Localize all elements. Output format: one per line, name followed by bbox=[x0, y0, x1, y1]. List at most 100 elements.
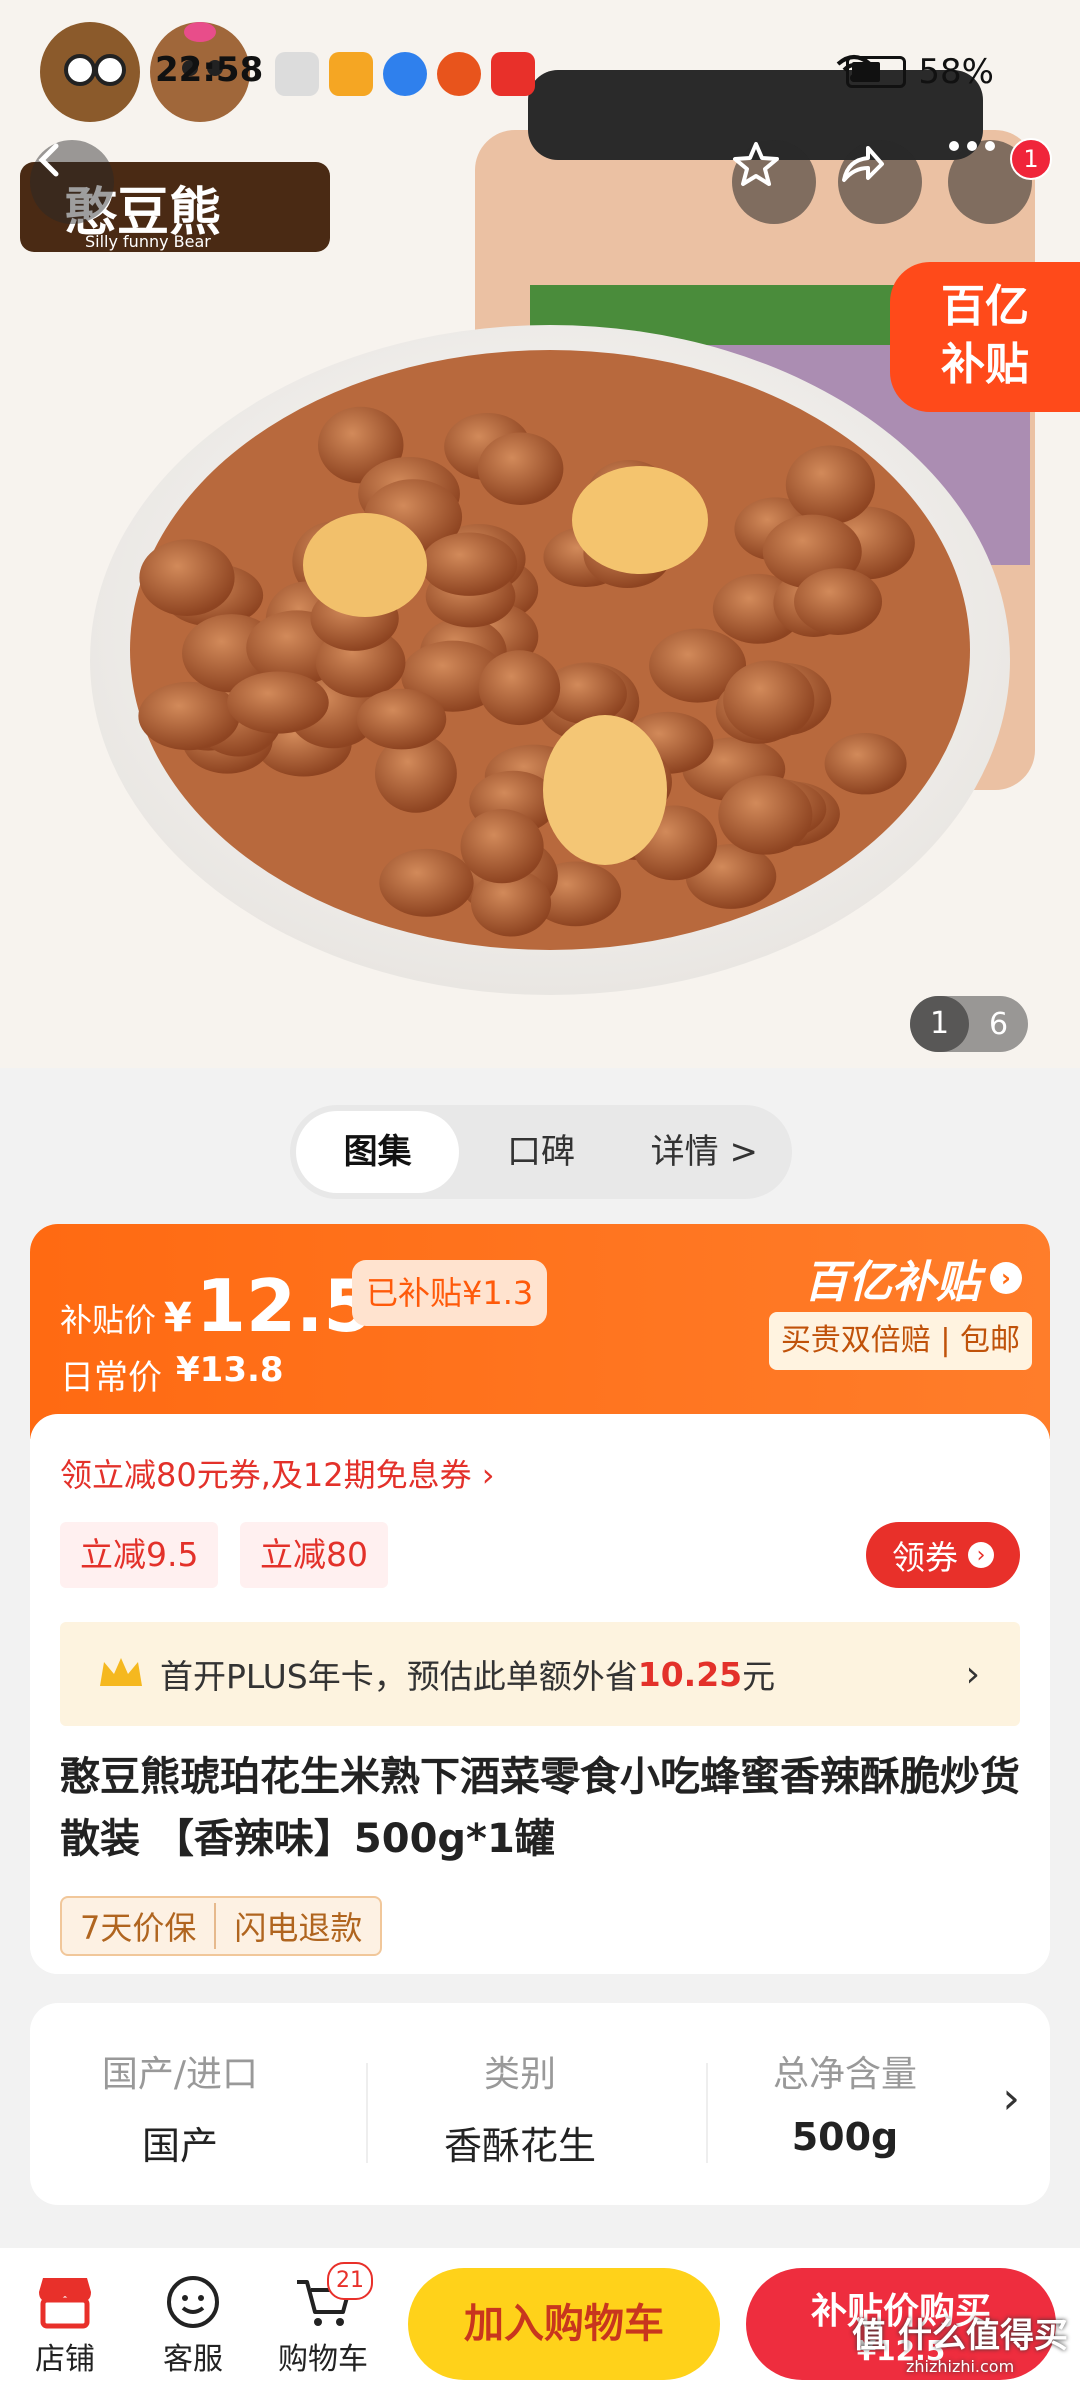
pager-total: 6 bbox=[988, 1006, 1009, 1042]
peanut-texture bbox=[794, 568, 883, 635]
price-header: 补贴价 ¥ 12.5 已补贴¥1.3 日常价 ¥13.8 百亿补贴 › 买贵双倍… bbox=[30, 1224, 1050, 1439]
spec-key: 类别 bbox=[483, 2054, 556, 2095]
status-app-icons bbox=[275, 52, 535, 96]
chevron-left-icon bbox=[38, 143, 59, 177]
bottom-action-bar: 店铺 客服 购物车 21 加入购物车 补贴价购买 ¥12.5 值 什么值得买 z… bbox=[0, 2248, 1080, 2400]
watermark-text: 值 什么值得买 bbox=[852, 2316, 1068, 2356]
share-icon bbox=[842, 146, 884, 182]
status-app-icon bbox=[491, 52, 535, 96]
regular-price-label: 日常价 bbox=[60, 1358, 162, 1398]
subsidy-price-label: 补贴价 bbox=[60, 1301, 157, 1339]
price-card: 补贴价 ¥ 12.5 已补贴¥1.3 日常价 ¥13.8 百亿补贴 › 买贵双倍… bbox=[30, 1224, 1050, 1974]
peanut-texture bbox=[723, 660, 815, 741]
tab-gallery[interactable]: 图集 bbox=[296, 1111, 460, 1193]
spec-card[interactable]: 国产/进口 国产 类别 香酥花生 总净含量 500g › bbox=[30, 2003, 1050, 2205]
spec-value: 国产 bbox=[141, 2124, 218, 2168]
more-badge: 1 bbox=[1010, 138, 1052, 180]
spec-origin: 国产/进口 国产 bbox=[30, 2045, 330, 2170]
status-time: 22:58 bbox=[155, 50, 264, 90]
peanut-texture bbox=[478, 650, 561, 726]
service-tags[interactable]: 7天价保 闪电退款 bbox=[60, 1896, 383, 1956]
watermark: 值 什么值得买 zhizhizhi.com bbox=[852, 2308, 1068, 2376]
regular-price-row: 日常价 ¥13.8 bbox=[60, 1350, 284, 1399]
chevron-right-icon: › bbox=[1002, 2073, 1020, 2124]
subsidy-price-row: 补贴价 ¥ 12.5 bbox=[60, 1264, 374, 1348]
favorite-button[interactable] bbox=[732, 140, 816, 224]
product-image-carousel[interactable]: 憨豆熊 Silly funny Bear 22:58 58% 1 百亿 补贴 1… bbox=[0, 0, 1080, 1068]
peanut-texture bbox=[138, 681, 240, 751]
peanut-texture bbox=[785, 445, 875, 525]
coupon-panel: 领立减80元券,及12期免息券 › 立减9.5 立减80 领券 › 首开PLUS… bbox=[30, 1414, 1050, 1974]
chat-face-icon bbox=[167, 2276, 219, 2328]
spec-key: 总净含量 bbox=[772, 2054, 917, 2095]
peanut-texture bbox=[824, 733, 907, 795]
customer-service-label: 客服 bbox=[163, 2342, 223, 2377]
spec-key: 国产/进口 bbox=[101, 2054, 259, 2095]
get-coupon-button[interactable]: 领券 › bbox=[866, 1522, 1020, 1588]
customer-service-button[interactable]: 客服 bbox=[138, 2270, 248, 2378]
star-icon bbox=[733, 142, 779, 186]
chevron-right-icon: › bbox=[990, 1262, 1022, 1294]
spec-category: 类别 香酥花生 bbox=[370, 2045, 670, 2170]
subsidized-amount-badge: 已补贴¥1.3 bbox=[352, 1260, 548, 1326]
peanut-texture bbox=[477, 432, 564, 506]
spec-net-weight: 总净含量 500g bbox=[710, 2045, 980, 2159]
peanut-texture bbox=[139, 539, 235, 617]
status-app-icon bbox=[275, 52, 319, 96]
more-dots-icon bbox=[949, 141, 995, 151]
share-button[interactable] bbox=[838, 140, 922, 224]
content-tabs: 图集 口碑 详情 > bbox=[290, 1105, 792, 1199]
status-bar: 22:58 58% bbox=[0, 44, 1080, 104]
subsidy-tag: 百亿 补贴 bbox=[890, 262, 1080, 412]
watermark-url: zhizhizhi.com bbox=[905, 2357, 1015, 2376]
cart-count-badge: 21 bbox=[327, 2262, 373, 2300]
store-button[interactable]: 店铺 bbox=[10, 2270, 120, 2378]
back-button[interactable] bbox=[30, 140, 114, 224]
regular-price: ¥13.8 bbox=[176, 1350, 284, 1390]
divider bbox=[706, 2063, 708, 2163]
get-coupon-label: 领券 bbox=[892, 1538, 958, 1577]
status-right: 58% bbox=[834, 52, 994, 92]
peanut-texture bbox=[227, 671, 329, 734]
subsidy-tag-line2: 补贴 bbox=[941, 339, 1029, 390]
peanut-texture bbox=[421, 532, 518, 596]
coupon-pill: 立减9.5 bbox=[60, 1522, 219, 1588]
product-title: 憨豆熊琥珀花生米熟下酒菜零食小吃蜂蜜香辣酥脆炒货散装 【香辣味】500g*1罐 bbox=[60, 1754, 1020, 1862]
peanut-texture bbox=[379, 848, 474, 917]
peanut-texture bbox=[356, 688, 447, 750]
tab-details[interactable]: 详情 > bbox=[623, 1111, 786, 1193]
plus-prefix: 首开PLUS年卡，预估此单额外省 bbox=[160, 1657, 638, 1696]
plus-membership-bar[interactable]: 首开PLUS年卡，预估此单额外省 10.25 元 › bbox=[60, 1622, 1020, 1726]
peanut-texture bbox=[460, 809, 544, 884]
cart-label: 购物车 bbox=[278, 2342, 368, 2377]
status-app-icon bbox=[437, 52, 481, 96]
brand-logo-subtext: Silly funny Bear bbox=[85, 232, 211, 251]
status-app-icon bbox=[329, 52, 373, 96]
store-icon bbox=[39, 2278, 91, 2329]
peanut-texture bbox=[718, 775, 813, 855]
spec-value: 500g bbox=[791, 2115, 899, 2159]
plus-amount: 10.25 bbox=[637, 1654, 743, 1694]
coupon-pill: 立减80 bbox=[240, 1522, 388, 1588]
spec-value: 香酥花生 bbox=[443, 2124, 596, 2168]
battery-icon bbox=[846, 56, 907, 88]
crown-icon bbox=[100, 1658, 142, 1686]
currency-symbol: ¥ bbox=[164, 1295, 192, 1341]
subsidy-price: 12.5 bbox=[195, 1264, 374, 1348]
divider bbox=[366, 2063, 368, 2163]
service-tag: 闪电退款 bbox=[234, 1909, 363, 1947]
add-to-cart-button[interactable]: 加入购物车 bbox=[408, 2268, 720, 2380]
chevron-right-icon: › bbox=[968, 1542, 994, 1568]
store-label: 店铺 bbox=[35, 2342, 95, 2377]
image-pager: 1 6 bbox=[910, 996, 1028, 1052]
coupon-offer-link[interactable]: 领立减80元券,及12期免息券 › bbox=[60, 1450, 495, 1496]
pager-current: 1 bbox=[910, 996, 969, 1052]
battery-percent: 58% bbox=[918, 52, 994, 92]
billion-subsidy-brand[interactable]: 百亿补贴 › bbox=[804, 1246, 1022, 1310]
tab-reviews[interactable]: 口碑 bbox=[459, 1111, 622, 1193]
chevron-right-icon: › bbox=[965, 1653, 980, 1695]
service-tag: 7天价保 bbox=[62, 1903, 217, 1949]
guarantee-badge: 买贵双倍赔 | 包邮 bbox=[768, 1312, 1032, 1370]
plus-suffix: 元 bbox=[742, 1657, 776, 1696]
billion-subsidy-title: 百亿补贴 bbox=[804, 1257, 980, 1308]
